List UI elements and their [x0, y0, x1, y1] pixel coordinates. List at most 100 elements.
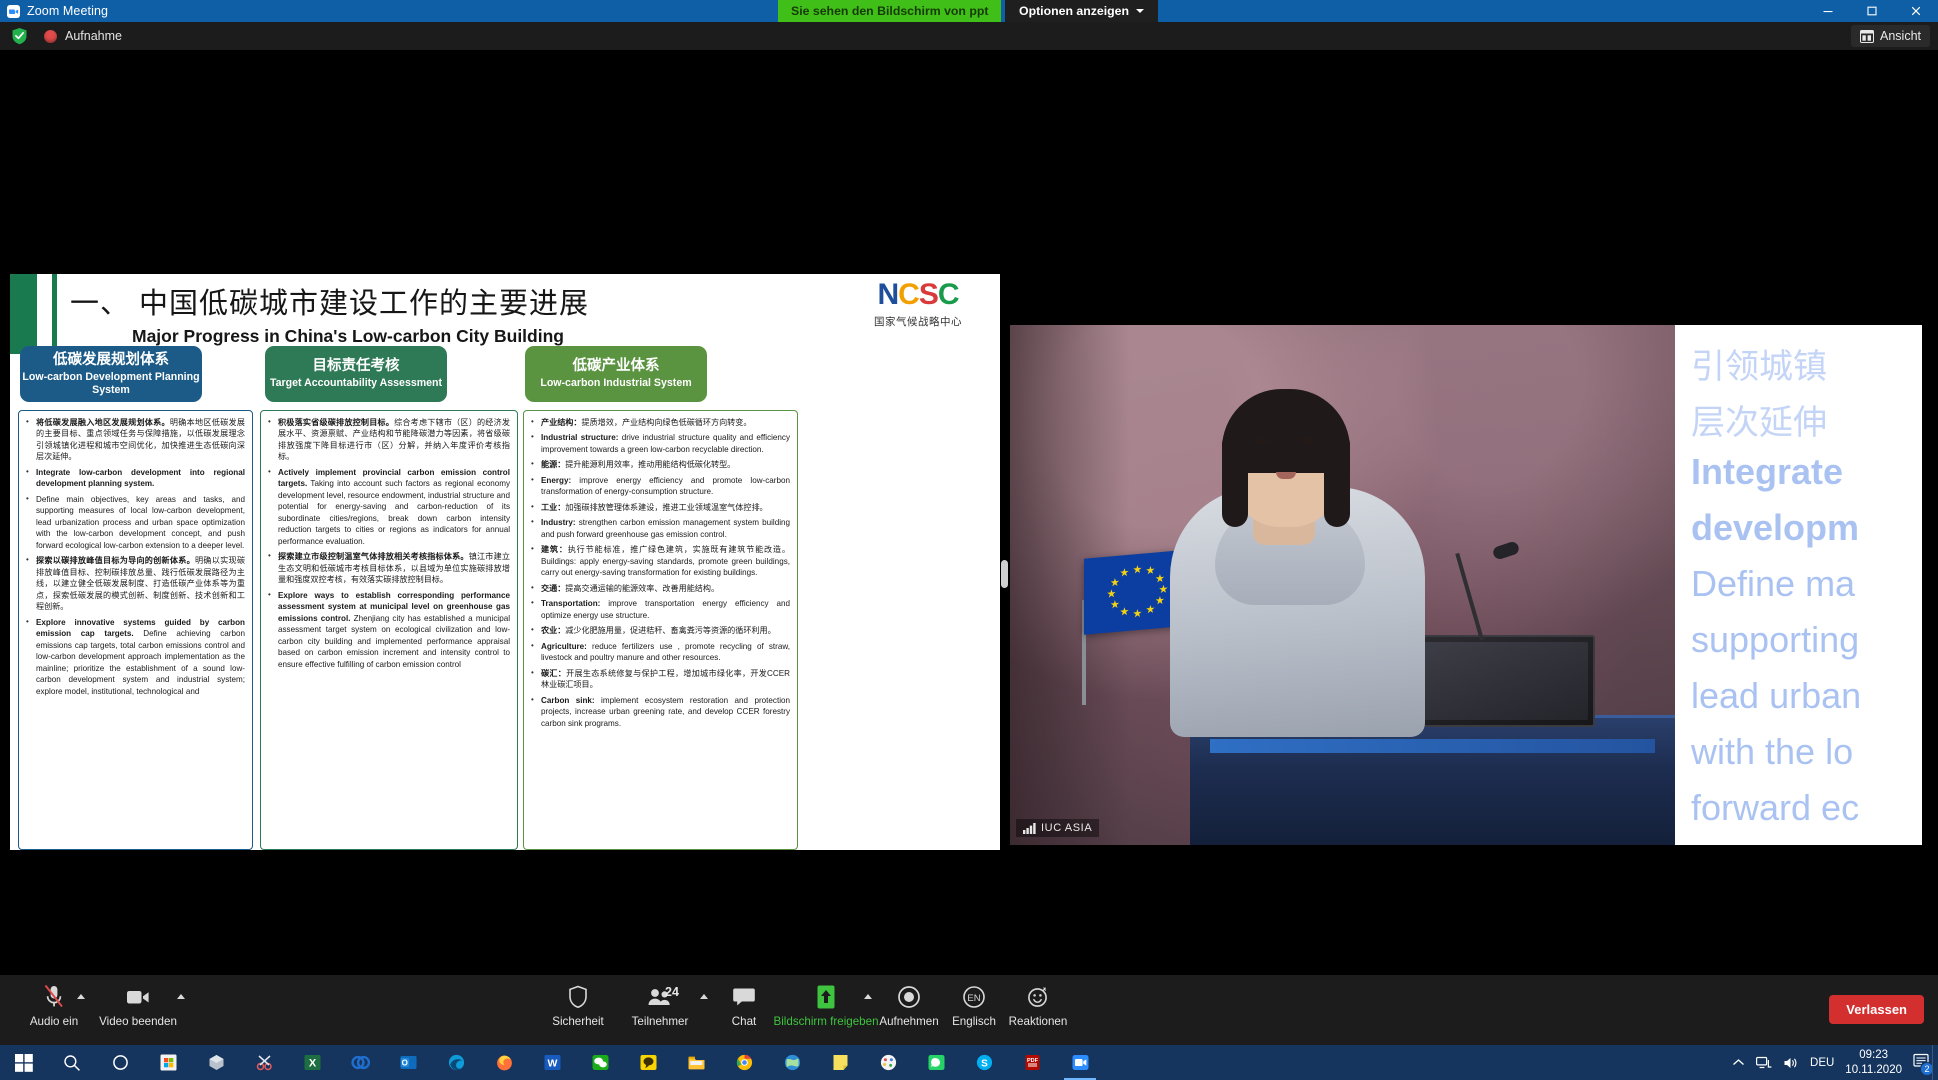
slide-bullet: Agriculture: reduce fertilizers use , pr… — [530, 641, 790, 664]
zoomed-slide-line: forward ec — [1691, 787, 1859, 829]
slide-bullet: 建筑：执行节能标准，推广绿色建筑，实施既有建筑节能改造。 Buildings: … — [530, 544, 790, 578]
file-explorer-icon[interactable] — [672, 1045, 720, 1080]
eu-flag-star: ★ — [1133, 564, 1143, 576]
shared-slide[interactable]: 一、 中国低碳城市建设工作的主要进展 Major Progress in Chi… — [10, 274, 1000, 850]
edge-icon[interactable] — [432, 1045, 480, 1080]
video-options-chevron[interactable] — [173, 987, 189, 1005]
slide-column-body-3: 产业结构：提质增效，产业结构向绿色低碳循环方向转变。Industrial str… — [523, 410, 798, 850]
maximize-button[interactable] — [1850, 0, 1894, 22]
column-header-1-cn: 低碳发展规划体系 — [53, 352, 169, 369]
chat-button-label: Chat — [732, 1015, 757, 1028]
paint-icon[interactable] — [864, 1045, 912, 1080]
share-screen-icon — [813, 982, 839, 1012]
microsoft-store-icon[interactable] — [144, 1045, 192, 1080]
talk-icon[interactable] — [624, 1045, 672, 1080]
laptop — [1410, 635, 1595, 727]
reactions-button-label: Reaktionen — [1009, 1015, 1068, 1028]
volume-icon[interactable] — [1783, 1056, 1799, 1070]
sticky-notes-icon[interactable] — [816, 1045, 864, 1080]
cortana-icon[interactable] — [96, 1045, 144, 1080]
wechat-icon[interactable] — [576, 1045, 624, 1080]
snipping-tool-icon[interactable] — [240, 1045, 288, 1080]
show-options-button[interactable]: Optionen anzeigen — [1005, 0, 1158, 22]
microphone-muted-icon — [42, 982, 66, 1012]
maximize-icon — [1866, 5, 1878, 17]
skype-icon[interactable]: S — [960, 1045, 1008, 1080]
minimize-icon — [1822, 5, 1834, 17]
zoomed-slide-line: 引领城镇 — [1691, 339, 1827, 388]
office-icon[interactable] — [336, 1045, 384, 1080]
zoomed-slide-line: lead urban — [1691, 675, 1861, 717]
clock-date: 10.11.2020 — [1845, 1064, 1902, 1076]
participants-button-label: Teilnehmer — [632, 1015, 689, 1028]
whatsapp-icon[interactable] — [912, 1045, 960, 1080]
screen-share-banner: Sie sehen den Bildschirm von ppt — [778, 0, 1001, 22]
zoomed-slide-line: Define ma — [1691, 563, 1855, 605]
slide-bullet: 产业结构：提质增效，产业结构向绿色低碳循环方向转变。 — [530, 417, 790, 428]
recording-indicator[interactable]: Aufnahme — [44, 29, 122, 43]
column-header-1-en: Low-carbon Development Planning System — [20, 371, 202, 396]
watermark-label: IUC ASIA — [1041, 822, 1092, 834]
zoomed-slide-line: Integrate — [1691, 451, 1843, 493]
audio-options-chevron[interactable] — [73, 987, 89, 1005]
search-icon[interactable] — [48, 1045, 96, 1080]
pane-resize-handle[interactable] — [1001, 560, 1008, 588]
language-en-icon: EN — [962, 982, 986, 1012]
word-icon[interactable]: W — [528, 1045, 576, 1080]
bullet-list-3: 产业结构：提质增效，产业结构向绿色低碳循环方向转变。Industrial str… — [524, 411, 797, 729]
excel-icon[interactable]: X — [288, 1045, 336, 1080]
system-tray: DEU 09:23 10.11.2020 2 — [1732, 1045, 1938, 1080]
view-button[interactable]: Ansicht — [1851, 25, 1930, 47]
windows-start-icon[interactable] — [0, 1045, 48, 1080]
view-button-label: Ansicht — [1880, 29, 1921, 43]
security-button[interactable]: Sicherheit — [532, 982, 624, 1028]
speaker-hair-left — [1222, 431, 1248, 527]
3d-viewer-icon[interactable] — [192, 1045, 240, 1080]
recording-label: Aufnahme — [65, 29, 122, 43]
svg-text:S: S — [981, 1058, 988, 1069]
zoom-icon[interactable] — [1056, 1045, 1104, 1080]
show-desktop-button[interactable] — [1932, 1045, 1938, 1080]
video-button[interactable]: Video beenden — [92, 982, 184, 1028]
outlook-icon[interactable]: O — [384, 1045, 432, 1080]
chrome-icon[interactable] — [720, 1045, 768, 1080]
reactions-button[interactable]: Reaktionen — [992, 982, 1084, 1028]
eu-flag-star: ★ — [1133, 608, 1143, 620]
show-options-label: Optionen anzeigen — [1019, 4, 1129, 18]
security-button-label: Sicherheit — [552, 1015, 604, 1028]
close-button[interactable] — [1894, 0, 1938, 22]
column-header-3-en: Low-carbon Industrial System — [540, 377, 691, 390]
notification-center-button[interactable]: 2 — [1913, 1053, 1930, 1073]
slide-bullet: Define main objectives, key areas and ta… — [25, 494, 245, 551]
window-controls — [1806, 0, 1938, 22]
bullet-list-2: 积极落实省级碳排放控制目标。综合考虑下辖市（区）的经济发展水平、资源禀赋、产业结… — [261, 411, 517, 670]
eu-flag-star: ★ — [1120, 568, 1130, 580]
minimize-button[interactable] — [1806, 0, 1850, 22]
slide-bullet: 探索建立市级控制温室气体排放相关考核指标体系。镇江市建立生态文明和低碳城市考核目… — [267, 551, 510, 585]
speaker-video-pane[interactable]: ★★★★★★★★★★★★ ★★★★★ — [1010, 325, 1922, 845]
taskbar-clock[interactable]: 09:23 10.11.2020 — [1845, 1048, 1902, 1077]
security-shield-button[interactable] — [9, 26, 29, 46]
share-banner-label: Sie sehen den Bildschirm von ppt — [791, 4, 988, 18]
share-screen-button[interactable]: Bildschirm freigeben — [780, 982, 872, 1028]
svg-text:EN: EN — [967, 993, 980, 1004]
show-hidden-icons-icon[interactable] — [1732, 1058, 1745, 1067]
slide-bullet: Energy: improve energy efficiency and pr… — [530, 475, 790, 498]
participants-button[interactable]: Teilnehmer — [614, 982, 706, 1028]
pdf-reader-icon[interactable]: PDF — [1008, 1045, 1056, 1080]
zoomed-slide-line: supporting — [1691, 619, 1859, 661]
maps-icon[interactable] — [768, 1045, 816, 1080]
ncsc-logo: NCSC 国家气候战略中心 — [858, 280, 978, 329]
network-icon[interactable] — [1756, 1056, 1772, 1070]
zoomed-slide-line: developm — [1691, 507, 1859, 549]
slide-bullet: 积极落实省级碳排放控制目标。综合考虑下辖市（区）的经济发展水平、资源禀赋、产业结… — [267, 417, 510, 463]
zoomed-slide-line: 层次延伸 — [1691, 395, 1827, 444]
keyboard-language[interactable]: DEU — [1810, 1057, 1834, 1069]
firefox-icon[interactable] — [480, 1045, 528, 1080]
window-title-bar: Zoom Meeting Sie sehen den Bildschirm vo… — [0, 0, 1938, 22]
leave-meeting-button[interactable]: Verlassen — [1829, 995, 1924, 1024]
slide-bullet: Integrate low-carbon development into re… — [25, 467, 245, 490]
record-dot-icon — [44, 30, 57, 43]
title-bar-left: Zoom Meeting — [0, 4, 760, 18]
eu-flag-star: ★ — [1146, 604, 1156, 616]
